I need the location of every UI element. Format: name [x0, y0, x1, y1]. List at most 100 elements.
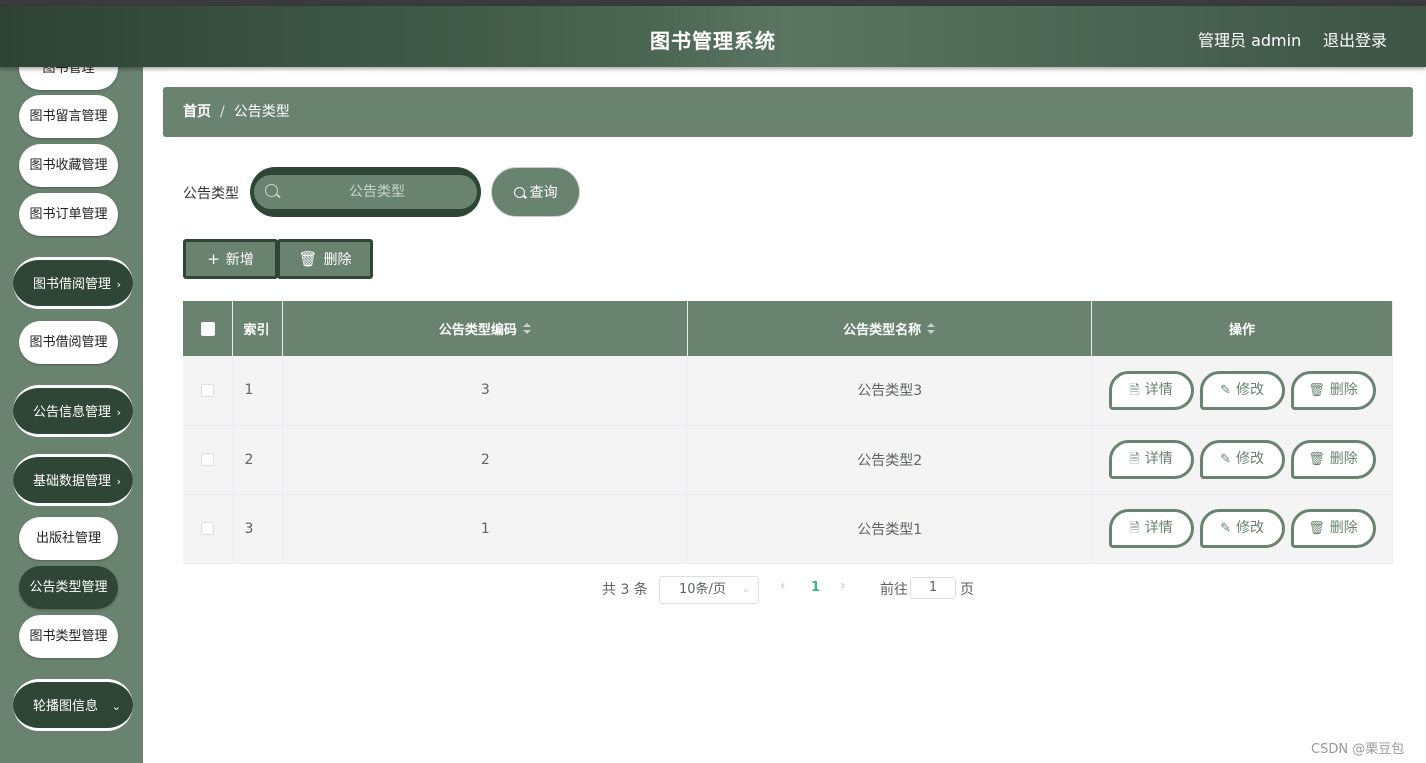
document-icon: 🗎 — [1129, 452, 1140, 467]
table-row: 3 1 公告类型1 🗎 详情 ✎ 修改 🗑 删除 — [183, 494, 1393, 564]
edit-button[interactable]: ✎ 修改 — [1199, 509, 1285, 548]
detail-button[interactable]: 🗎 详情 — [1108, 370, 1194, 410]
pencil-icon: ✎ — [1220, 521, 1231, 536]
sidebar-item-publisher[interactable]: 出版社管理 — [19, 517, 118, 560]
chevron-right-icon: › — [116, 406, 121, 419]
goto-page-input[interactable]: 1 — [910, 577, 956, 599]
table-row: 2 2 公告类型2 🗎 详情 ✎ 修改 🗑 删除 — [183, 425, 1393, 495]
delete-label: 删除 — [1329, 520, 1358, 536]
row-code: 2 — [282, 425, 689, 495]
trash-icon: 🗑 — [1308, 382, 1325, 398]
trash-icon: 🗑 — [1308, 452, 1325, 467]
sidebar-group-label: 公告信息管理 — [33, 405, 112, 420]
sidebar-group-label: 图书借阅管理 — [33, 277, 112, 292]
current-page[interactable]: 1 — [811, 580, 820, 595]
watermark-text: CSDN @栗豆包 — [1311, 742, 1405, 757]
breadcrumb-home[interactable]: 首页 — [183, 104, 211, 120]
sort-icon[interactable] — [522, 323, 532, 335]
batch-delete-label: 删除 — [323, 252, 352, 268]
table-row: 1 3 公告类型3 🗎 详情 ✎ 修改 🗑 删除 — [183, 356, 1393, 426]
sidebar-item-book-type[interactable]: 图书类型管理 — [19, 615, 118, 658]
chevron-right-icon: › — [116, 475, 121, 488]
row-name: 公告类型2 — [687, 425, 1093, 495]
delete-label: 删除 — [1329, 451, 1358, 467]
chevron-down-icon: ⌄ — [111, 700, 121, 713]
column-header-name[interactable]: 公告类型名称 — [687, 301, 1093, 356]
edit-button[interactable]: ✎ 修改 — [1199, 440, 1285, 479]
column-header-name-label: 公告类型名称 — [843, 323, 922, 338]
sidebar-group-book-borrow[interactable]: 图书借阅管理 › — [13, 257, 133, 309]
search-icon — [265, 184, 278, 197]
top-header: 图书管理系统 管理员 admin 退出登录 — [0, 6, 1426, 67]
detail-button[interactable]: 🗎 详情 — [1108, 440, 1194, 479]
document-icon: 🗎 — [1129, 382, 1140, 398]
add-button-label: 新增 — [225, 252, 254, 268]
row-actions: 🗎 详情 ✎ 修改 🗑 删除 — [1091, 494, 1393, 564]
row-checkbox-cell — [183, 494, 234, 564]
sidebar-item-book-borrow[interactable]: 图书借阅管理 — [19, 321, 118, 364]
delete-label: 删除 — [1329, 381, 1358, 398]
chevron-down-icon: ⌄ — [741, 584, 750, 595]
document-icon: 🗎 — [1129, 521, 1140, 536]
row-checkbox-cell — [183, 425, 234, 495]
row-code: 1 — [282, 494, 689, 564]
sidebar-item-book-order[interactable]: 图书订单管理 — [19, 193, 118, 236]
edit-button[interactable]: ✎ 修改 — [1199, 370, 1285, 410]
select-all-checkbox[interactable] — [200, 321, 215, 336]
detail-button[interactable]: 🗎 详情 — [1108, 509, 1194, 548]
sidebar-group-label: 基础数据管理 — [33, 474, 112, 489]
row-actions: 🗎 详情 ✎ 修改 🗑 删除 — [1091, 356, 1393, 426]
sidebar-group-carousel[interactable]: 轮播图信息 ⌄ — [13, 679, 133, 731]
pencil-icon: ✎ — [1220, 452, 1231, 467]
sidebar-item-book-favorite[interactable]: 图书收藏管理 — [19, 144, 118, 187]
sidebar-item-book-management[interactable]: 图书管理 — [19, 67, 118, 90]
search-icon — [513, 187, 525, 198]
row-index: 3 — [232, 494, 284, 564]
sidebar-item-notice-type[interactable]: 公告类型管理 — [19, 566, 118, 609]
row-checkbox[interactable] — [201, 383, 215, 397]
search-input[interactable] — [282, 175, 472, 209]
sidebar-item-book-message[interactable]: 图书留言管理 — [19, 95, 118, 138]
row-checkbox[interactable] — [201, 522, 215, 535]
trash-icon: 🗑 — [298, 250, 318, 268]
detail-label: 详情 — [1144, 381, 1173, 398]
breadcrumb: 首页 / 公告类型 — [163, 87, 1413, 137]
delete-button[interactable]: 🗑 删除 — [1290, 370, 1376, 410]
next-page-icon[interactable]: › — [840, 578, 846, 594]
breadcrumb-separator: / — [220, 104, 225, 120]
logout-link[interactable]: 退出登录 — [1323, 27, 1387, 51]
delete-button[interactable]: 🗑 删除 — [1290, 440, 1376, 479]
edit-label: 修改 — [1235, 381, 1264, 398]
sidebar-group-label: 轮播图信息 — [33, 699, 99, 714]
page-unit-label: 页 — [960, 582, 974, 598]
chevron-right-icon: › — [116, 278, 121, 291]
prev-page-icon[interactable]: ‹ — [780, 578, 786, 594]
row-name: 公告类型1 — [687, 494, 1093, 564]
sidebar: 图书管理 图书留言管理 图书收藏管理 图书订单管理 图书借阅管理 › 图书借阅管理… — [0, 67, 143, 763]
detail-label: 详情 — [1144, 451, 1173, 467]
row-checkbox-cell — [183, 356, 234, 426]
select-all-cell — [183, 301, 234, 356]
row-name: 公告类型3 — [687, 356, 1093, 426]
add-button[interactable]: + 新增 — [183, 239, 278, 279]
notice-type-table: 索引 公告类型编码 公告类型名称 操作 1 3 公告类型3 🗎 详情 ✎ 修改 🗑 删除 … — [183, 301, 1393, 564]
column-header-index: 索引 — [232, 301, 284, 356]
row-checkbox[interactable] — [201, 453, 215, 466]
sidebar-group-basic-data[interactable]: 基础数据管理 › — [13, 454, 133, 506]
column-header-code-label: 公告类型编码 — [438, 323, 517, 338]
table-header-row: 索引 公告类型编码 公告类型名称 操作 — [183, 301, 1393, 356]
query-button-label: 查询 — [529, 185, 558, 201]
search-inner — [254, 175, 477, 209]
column-header-code[interactable]: 公告类型编码 — [282, 301, 689, 356]
detail-label: 详情 — [1144, 520, 1173, 536]
delete-button[interactable]: 🗑 删除 — [1290, 509, 1376, 548]
row-index: 1 — [232, 356, 284, 426]
sidebar-group-notice-info[interactable]: 公告信息管理 › — [13, 385, 133, 437]
row-actions: 🗎 详情 ✎ 修改 🗑 删除 — [1091, 425, 1393, 495]
query-button[interactable]: 查询 — [491, 167, 580, 217]
batch-delete-button[interactable]: 🗑 删除 — [277, 239, 373, 279]
edit-label: 修改 — [1235, 520, 1264, 536]
sort-icon[interactable] — [926, 323, 936, 335]
page-size-value: 10条/页 — [679, 582, 726, 597]
page-size-select[interactable]: 10条/页 ⌄ — [659, 576, 759, 604]
